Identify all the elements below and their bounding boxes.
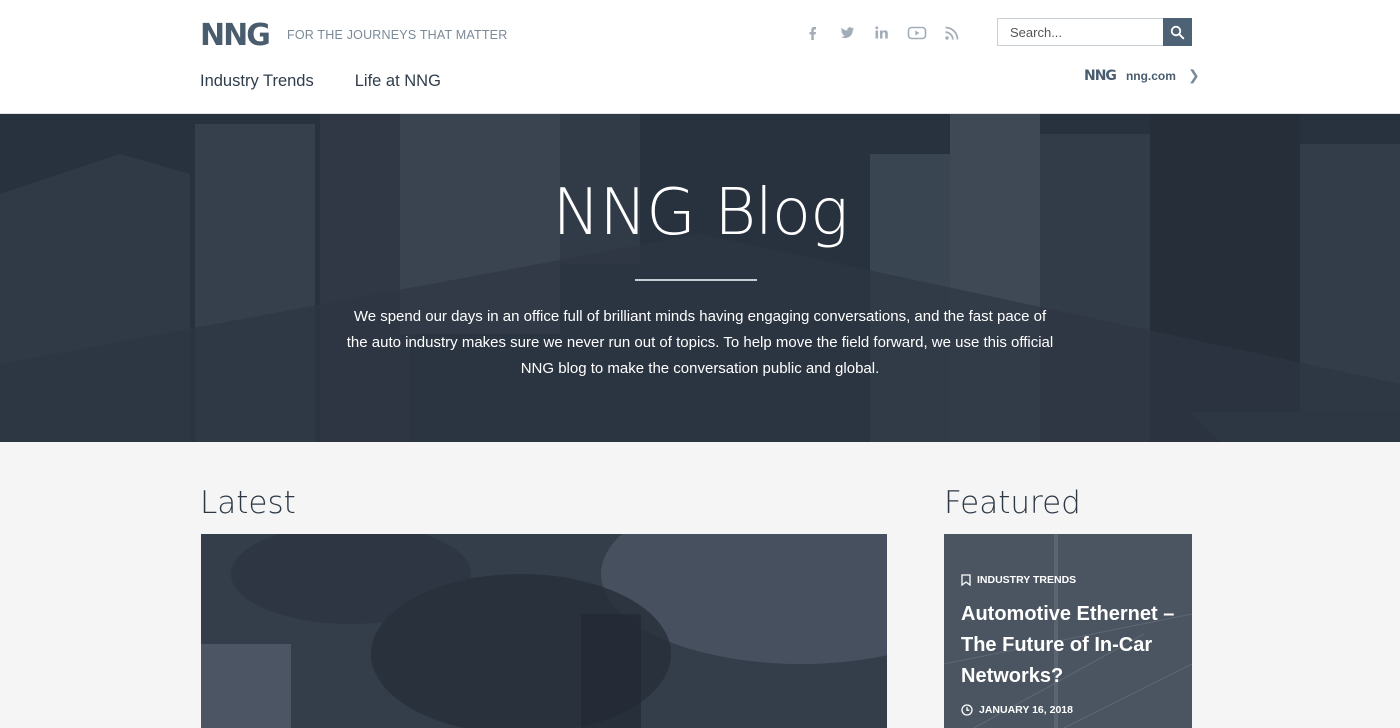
latest-post-photo xyxy=(201,534,887,728)
featured-category[interactable]: INDUSTRY TRENDS xyxy=(961,574,1076,586)
search-box xyxy=(997,18,1192,46)
search-button[interactable] xyxy=(1163,18,1192,46)
featured-post-card[interactable]: INDUSTRY TRENDS Automotive Ethernet – Th… xyxy=(944,534,1192,728)
nng-small-logo: NNG xyxy=(1084,67,1117,84)
twitter-icon[interactable] xyxy=(838,24,856,42)
nav-item-industry-trends[interactable]: Industry Trends xyxy=(200,72,314,91)
nng-com-label: nng.com xyxy=(1125,68,1176,83)
latest-post-image[interactable] xyxy=(201,534,887,728)
nng-com-link[interactable]: NNG nng.com ❯ xyxy=(1084,67,1200,84)
nng-logo-text: NNG xyxy=(200,17,271,53)
city-skyline-background xyxy=(0,114,1400,442)
featured-post-date: JANUARY 16, 2018 xyxy=(961,704,1073,716)
facebook-icon[interactable] xyxy=(804,24,822,42)
site-header: NNG FOR THE JOURNEYS THAT MATTER Industr… xyxy=(0,0,1400,114)
nng-logo[interactable]: NNG xyxy=(200,17,271,53)
featured-heading: Featured xyxy=(944,485,1081,521)
clock-icon xyxy=(961,704,973,716)
youtube-icon[interactable] xyxy=(907,24,927,42)
latest-heading: Latest xyxy=(200,485,296,521)
main-nav: Industry Trends Life at NNG xyxy=(200,72,482,91)
chevron-right-icon: ❯ xyxy=(1187,67,1200,83)
bookmark-icon xyxy=(961,574,971,586)
hero-title: NNG Blog xyxy=(552,176,849,250)
linkedin-icon[interactable] xyxy=(873,24,891,42)
hero-banner: NNG Blog We spend our days in an office … xyxy=(0,114,1400,442)
featured-date-label: JANUARY 16, 2018 xyxy=(979,704,1073,716)
featured-category-label: INDUSTRY TRENDS xyxy=(977,574,1077,586)
hero-description: We spend our days in an office full of b… xyxy=(346,308,1054,377)
featured-post-title[interactable]: Automotive Ethernet – The Future of In-C… xyxy=(961,599,1181,692)
search-icon xyxy=(1170,25,1185,39)
search-input[interactable] xyxy=(998,19,1164,45)
hero-bottom-edge xyxy=(0,412,1400,442)
rss-icon[interactable] xyxy=(943,24,961,42)
tagline: FOR THE JOURNEYS THAT MATTER xyxy=(287,28,508,42)
hero-divider xyxy=(635,279,757,281)
nav-item-life-at-nng[interactable]: Life at NNG xyxy=(355,72,441,91)
